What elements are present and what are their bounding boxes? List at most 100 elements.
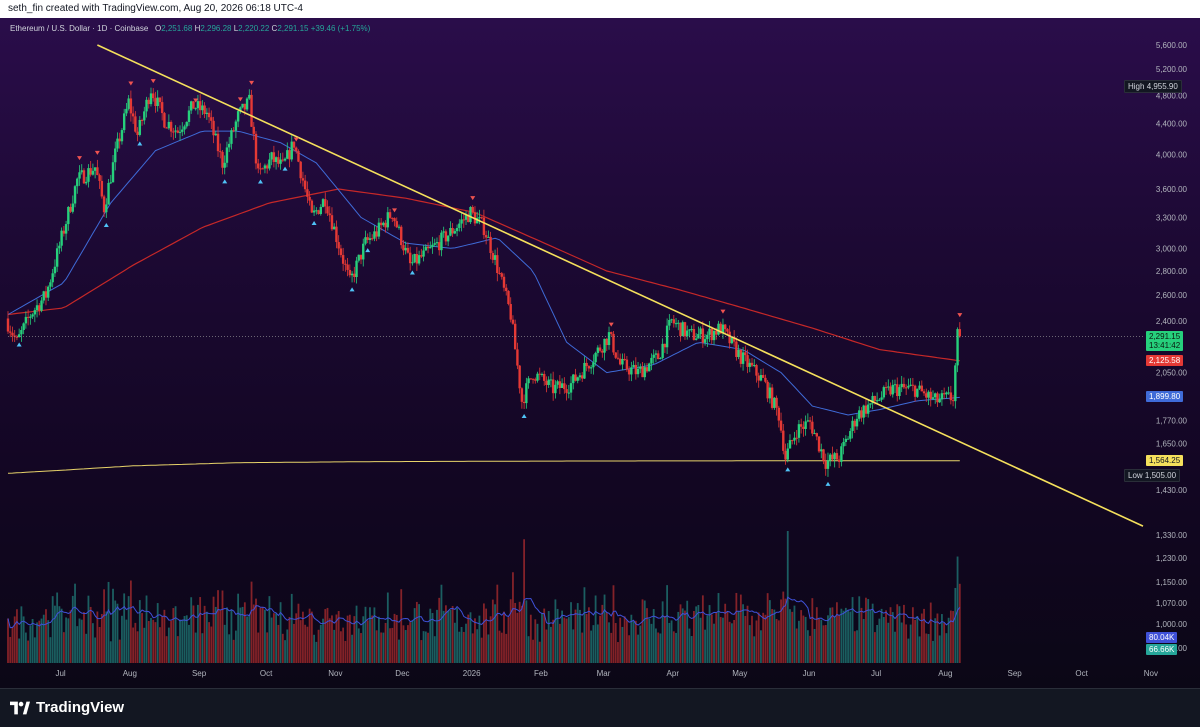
y-tick-label: 1,070.00 xyxy=(1156,599,1188,608)
candle-body xyxy=(219,151,222,153)
candle-body xyxy=(221,151,224,168)
candle-body xyxy=(902,383,906,388)
x-tick-label: 2026 xyxy=(463,669,481,678)
volume-bar xyxy=(900,622,903,663)
candle-body xyxy=(529,378,533,380)
volume-bar xyxy=(775,619,778,663)
candle-body xyxy=(422,250,425,257)
candle-body xyxy=(750,362,754,366)
candle-body xyxy=(455,228,459,232)
candle-body xyxy=(438,242,441,251)
x-tick-label: Nov xyxy=(1144,669,1158,678)
volume-bar xyxy=(507,617,510,663)
volume-bar xyxy=(31,618,34,663)
candle-body xyxy=(938,399,941,403)
candle-body xyxy=(413,254,416,263)
volume-bar xyxy=(145,595,148,663)
candle-body xyxy=(312,210,316,213)
candle-body xyxy=(862,405,865,418)
volume-bar xyxy=(710,614,713,663)
volume-bar xyxy=(29,625,32,663)
swing-high-marker xyxy=(249,80,255,85)
candle-body xyxy=(183,126,186,130)
high-tag-label: High xyxy=(1128,82,1145,91)
volume-bar xyxy=(192,605,195,663)
volume-bar xyxy=(364,606,367,663)
volume-bar xyxy=(760,630,762,663)
volume-bar xyxy=(880,608,883,663)
candle-body xyxy=(326,206,329,214)
volume-bar xyxy=(407,625,409,663)
volume-bar xyxy=(290,593,293,663)
candle-body xyxy=(549,379,553,381)
volume-bar xyxy=(422,631,425,663)
candle-body xyxy=(333,226,336,230)
volume-bar xyxy=(717,593,720,663)
candle-body xyxy=(808,420,812,422)
volume-bar xyxy=(672,631,675,663)
candle-body xyxy=(58,245,61,249)
candle-body xyxy=(686,330,689,337)
candle-body xyxy=(536,373,539,381)
volume-bar xyxy=(833,616,836,663)
low-tag-value: 1,505.00 xyxy=(1144,471,1177,480)
candle-body xyxy=(172,131,175,133)
candle-body xyxy=(833,453,836,460)
candle-body xyxy=(956,329,959,366)
volume-bar xyxy=(858,596,861,663)
candle-body xyxy=(795,437,798,439)
candle-body xyxy=(265,165,269,169)
volume-bar xyxy=(927,634,930,663)
candle-body xyxy=(330,215,334,230)
candle-body xyxy=(551,379,555,394)
candle-body xyxy=(257,163,260,169)
volume-bar xyxy=(45,609,47,663)
volume-bar xyxy=(594,595,597,663)
candle-body xyxy=(820,449,823,452)
candle-body xyxy=(301,178,305,181)
last-price-value: 2,291.15 xyxy=(1149,332,1181,341)
volume-bar xyxy=(415,601,418,663)
candle-body xyxy=(426,246,430,249)
volume-bar xyxy=(572,629,575,663)
volume-bar xyxy=(440,584,443,663)
chart-area[interactable]: 5,600.00 5,200.00 4,800.00 4,400.00 4,000.00… xyxy=(0,18,1200,688)
volume-bar xyxy=(234,630,237,663)
candle-body xyxy=(283,158,287,161)
volume-bar xyxy=(474,618,476,663)
candle-body xyxy=(844,438,848,442)
candle-body xyxy=(82,170,86,184)
volume-bar xyxy=(550,626,552,663)
candle-body xyxy=(607,332,611,346)
volume-bar xyxy=(371,615,374,663)
candle-body xyxy=(811,421,814,434)
volume-bar xyxy=(603,594,606,663)
volume-bar xyxy=(766,593,769,663)
swing-low-marker xyxy=(16,342,22,347)
volume-bar xyxy=(836,602,838,663)
candle-body xyxy=(802,426,805,429)
volume-bar xyxy=(947,617,950,663)
volume-ma-tag: 80.04K xyxy=(1146,632,1178,643)
volume-bar xyxy=(252,604,255,663)
volume-bar xyxy=(873,632,876,663)
candle-body xyxy=(47,286,50,298)
volume-bar xyxy=(74,583,76,663)
candle-body xyxy=(627,369,631,375)
candle-body xyxy=(411,262,414,264)
candle-body xyxy=(748,362,751,367)
volume-bar xyxy=(782,591,785,663)
volume-bar xyxy=(152,619,155,663)
tradingview-brand[interactable]: TradingView xyxy=(10,699,124,716)
volume-bar xyxy=(608,622,610,663)
price-chart[interactable]: 5,600.005,200.004,800.004,400.004,000.00… xyxy=(0,18,1200,688)
candle-body xyxy=(404,247,407,251)
volume-bar xyxy=(722,617,724,663)
candle-body xyxy=(263,165,267,169)
candle-body xyxy=(286,150,289,159)
y-tick-label: 3,000.00 xyxy=(1156,244,1188,253)
candle-body xyxy=(64,224,68,234)
volume-bar xyxy=(802,615,805,663)
candle-body xyxy=(560,383,564,388)
candle-body xyxy=(538,373,541,375)
